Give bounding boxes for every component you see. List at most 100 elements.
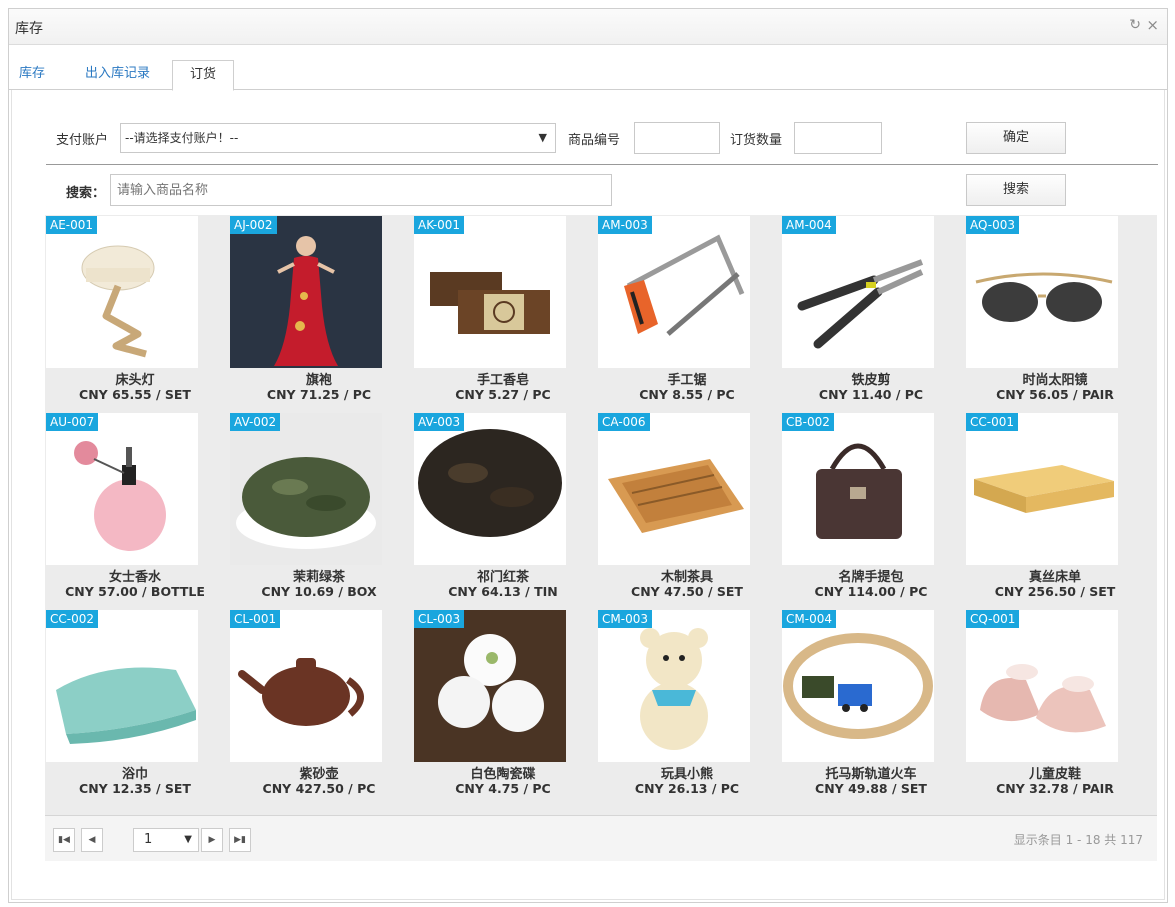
order-panel: 支付账户 --请选择支付账户！-- ▼ 商品编号 订货数量 确定 搜索： 搜索 … xyxy=(11,90,1165,900)
product-name: 木制茶具 xyxy=(660,570,713,585)
product-card[interactable]: CL-001 紫砂壶 CNY 427.50 / PC xyxy=(229,609,415,804)
refresh-icon[interactable]: ↻ xyxy=(1129,17,1141,33)
inventory-window: 库存 ↻ × 库存 出入库记录 订货 支付账户 --请选择支付账户！-- ▼ 商… xyxy=(8,8,1168,903)
product-card[interactable]: AE-001 床头灯 CNY 65.55 / SET xyxy=(45,215,231,410)
product-card[interactable]: AQ-003 时尚太阳镜 CNY 56.05 / PAIR xyxy=(965,215,1151,410)
product-image[interactable] xyxy=(598,610,750,762)
product-price: CNY 56.05 / PAIR xyxy=(996,387,1114,402)
product-image[interactable] xyxy=(414,413,566,565)
product-card[interactable]: AM-004 铁皮剪 CNY 11.40 / PC xyxy=(781,215,967,410)
product-image[interactable] xyxy=(46,610,198,762)
product-code: CM-004 xyxy=(782,610,836,628)
quantity-label: 订货数量 xyxy=(730,133,783,148)
product-card[interactable]: AM-003 手工锯 CNY 8.55 / PC xyxy=(597,215,783,410)
product-image[interactable] xyxy=(966,413,1118,565)
account-select[interactable]: --请选择支付账户！-- ▼ xyxy=(120,123,556,153)
search-input[interactable] xyxy=(110,174,612,206)
prev-page-icon[interactable]: ◀ xyxy=(81,828,103,852)
product-name: 铁皮剪 xyxy=(851,373,891,388)
product-no-input[interactable] xyxy=(634,122,720,154)
tab-order[interactable]: 订货 xyxy=(172,60,234,91)
product-card[interactable]: CC-001 真丝床单 CNY 256.50 / SET xyxy=(965,412,1151,607)
next-page-icon[interactable]: ▶ xyxy=(201,828,223,852)
product-name: 浴巾 xyxy=(121,767,148,782)
product-price: CNY 71.25 / PC xyxy=(266,387,372,402)
product-image[interactable] xyxy=(966,610,1118,762)
search-label: 搜索： xyxy=(66,186,106,201)
product-image[interactable] xyxy=(782,413,934,565)
close-icon[interactable]: × xyxy=(1146,16,1159,34)
product-code: CC-001 xyxy=(966,413,1018,431)
product-card[interactable]: CB-002 名牌手提包 CNY 114.00 / PC xyxy=(781,412,967,607)
product-code: CA-006 xyxy=(598,413,650,431)
product-card[interactable]: CA-006 木制茶具 CNY 47.50 / SET xyxy=(597,412,783,607)
product-code: CB-002 xyxy=(782,413,834,431)
page-select-value: 1 xyxy=(144,832,153,847)
product-price: CNY 427.50 / PC xyxy=(262,781,376,796)
product-card[interactable]: CM-004 托马斯轨道火车 CNY 49.88 / SET xyxy=(781,609,967,804)
product-card[interactable]: AJ-002 旗袍 CNY 71.25 / PC xyxy=(229,215,415,410)
product-name: 儿童皮鞋 xyxy=(1028,767,1081,782)
product-price: CNY 5.27 / PC xyxy=(455,387,551,402)
pagination: ▮◀ ◀ 1 ▼ ▶ ▶▮ 显示条目 1 - 18 共 117 xyxy=(45,815,1157,861)
product-image[interactable] xyxy=(966,216,1118,368)
tab-bar: 库存 出入库记录 订货 xyxy=(9,54,1167,91)
tab-stock-records[interactable]: 出入库记录 xyxy=(79,60,156,90)
product-name: 茉莉绿茶 xyxy=(292,570,345,585)
product-image[interactable] xyxy=(230,216,382,368)
quantity-input[interactable] xyxy=(794,122,882,154)
product-code: AK-001 xyxy=(414,216,465,234)
product-card[interactable]: CM-003 玩具小熊 CNY 26.13 / PC xyxy=(597,609,783,804)
product-image[interactable] xyxy=(782,610,934,762)
product-price: CNY 256.50 / SET xyxy=(994,584,1116,599)
product-card[interactable]: AU-007 女士香水 CNY 57.00 / BOTTLE xyxy=(45,412,231,607)
product-code: AV-002 xyxy=(230,413,281,431)
product-grid: AE-001 床头灯 CNY 65.55 / SET AJ-002 旗袍 CNY 71.2… xyxy=(45,215,1157,815)
first-page-icon[interactable]: ▮◀ xyxy=(53,828,75,852)
product-name: 女士香水 xyxy=(108,570,161,585)
page-info: 显示条目 1 - 18 共 117 xyxy=(1013,833,1143,847)
product-image[interactable] xyxy=(598,413,750,565)
confirm-button[interactable]: 确定 xyxy=(966,122,1066,154)
product-image[interactable] xyxy=(46,413,198,565)
product-card[interactable]: AK-001 手工香皂 CNY 5.27 / PC xyxy=(413,215,599,410)
product-price: CNY 26.13 / PC xyxy=(634,781,740,796)
product-card[interactable]: CQ-001 儿童皮鞋 CNY 32.78 / PAIR xyxy=(965,609,1151,804)
product-code: AQ-003 xyxy=(966,216,1020,234)
product-image[interactable] xyxy=(230,610,382,762)
product-price: CNY 65.55 / SET xyxy=(79,387,191,402)
product-code: CC-002 xyxy=(46,610,98,628)
product-image[interactable] xyxy=(230,413,382,565)
product-code: AV-003 xyxy=(414,413,465,431)
product-card[interactable]: AV-002 茉莉绿茶 CNY 10.69 / BOX xyxy=(229,412,415,607)
product-price: CNY 47.50 / SET xyxy=(631,584,743,599)
search-button[interactable]: 搜索 xyxy=(966,174,1066,206)
product-code: CM-003 xyxy=(598,610,652,628)
tab-inventory[interactable]: 库存 xyxy=(13,60,51,90)
product-code: CQ-001 xyxy=(966,610,1020,628)
product-price: CNY 32.78 / PAIR xyxy=(996,781,1114,796)
window-title: 库存 xyxy=(15,21,43,37)
product-name: 床头灯 xyxy=(115,373,155,388)
product-image[interactable] xyxy=(414,610,566,762)
last-page-icon[interactable]: ▶▮ xyxy=(229,828,251,852)
product-name: 真丝床单 xyxy=(1028,570,1081,585)
form-divider xyxy=(46,164,1158,165)
product-name: 名牌手提包 xyxy=(838,570,904,585)
product-price: CNY 4.75 / PC xyxy=(455,781,551,796)
product-price: CNY 10.69 / BOX xyxy=(261,584,377,599)
product-card[interactable]: CC-002 浴巾 CNY 12.35 / SET xyxy=(45,609,231,804)
product-name: 玩具小熊 xyxy=(660,767,713,782)
product-price: CNY 57.00 / BOTTLE xyxy=(65,584,205,599)
product-image[interactable] xyxy=(782,216,934,368)
page-select[interactable]: 1 ▼ xyxy=(133,828,199,852)
account-select-value: --请选择支付账户！-- xyxy=(125,131,239,145)
product-image[interactable] xyxy=(414,216,566,368)
product-card[interactable]: AV-003 祁门红茶 CNY 64.13 / TIN xyxy=(413,412,599,607)
product-image[interactable] xyxy=(598,216,750,368)
product-price: CNY 11.40 / PC xyxy=(818,387,924,402)
product-image[interactable] xyxy=(46,216,198,368)
product-card[interactable]: CL-003 白色陶瓷碟 CNY 4.75 / PC xyxy=(413,609,599,804)
chevron-down-icon: ▼ xyxy=(184,834,192,845)
product-no-label: 商品编号 xyxy=(568,133,621,148)
